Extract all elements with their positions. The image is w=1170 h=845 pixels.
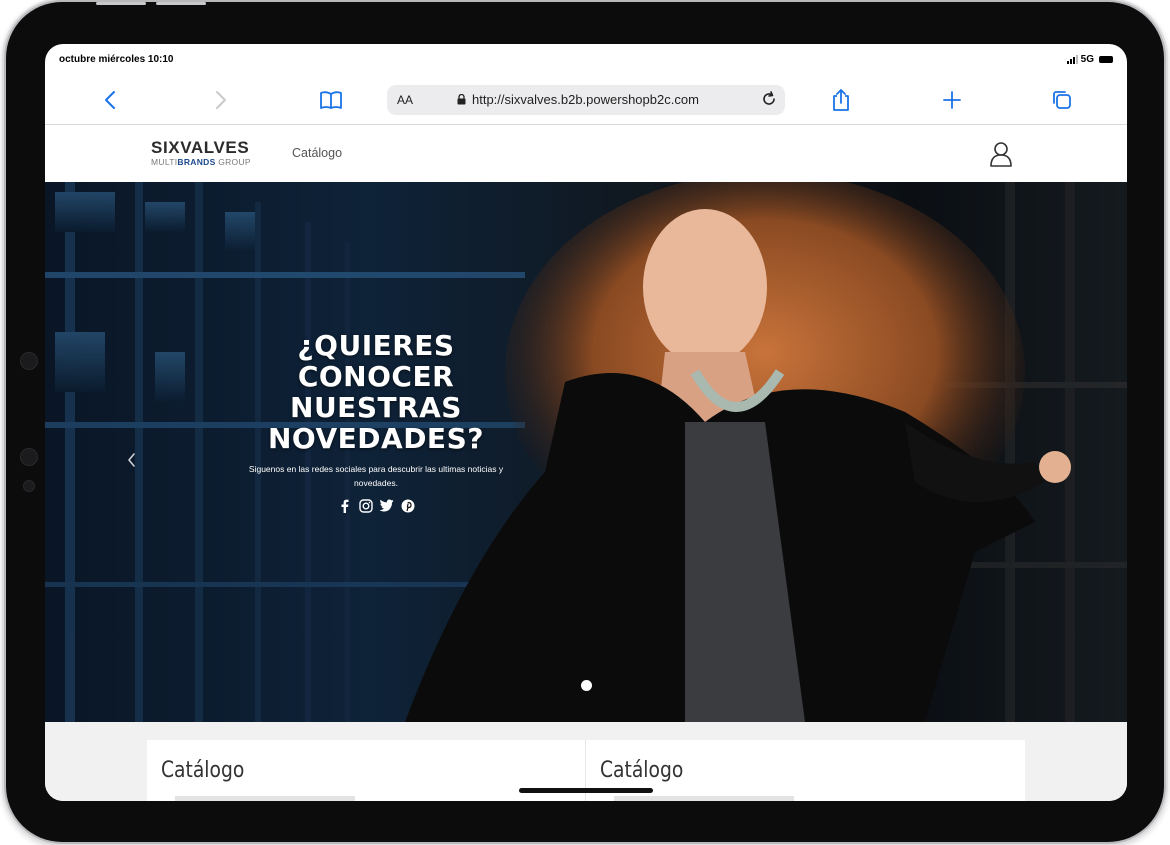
volume-button bbox=[156, 2, 206, 5]
reader-label: AA bbox=[397, 93, 414, 107]
new-tab-icon[interactable] bbox=[940, 88, 964, 112]
facebook-icon[interactable] bbox=[337, 498, 352, 513]
carousel-indicator-dot[interactable] bbox=[581, 680, 592, 691]
hero-banner: ¿QUIERES CONOCER NUESTRAS NOVEDADES? Sig… bbox=[45, 182, 1127, 722]
reader-button[interactable]: AA bbox=[397, 93, 413, 107]
hero-image bbox=[45, 182, 1127, 722]
network-label: 5G bbox=[1080, 54, 1094, 65]
site-logo[interactable]: SIXVALVES MULTIBRANDS GROUP bbox=[151, 138, 251, 168]
screen: octubre miércoles 10:10 5G AA http://six… bbox=[45, 44, 1127, 801]
url-text: http://sixvalves.b2b.powershopb2c.com bbox=[472, 92, 699, 107]
bookmarks-icon[interactable] bbox=[319, 88, 343, 112]
hero-title-line: ¿QUIERES CONOCER bbox=[297, 329, 455, 393]
logo-main-text: SIXVALVES bbox=[151, 138, 250, 157]
hero-title: ¿QUIERES CONOCER NUESTRAS NOVEDADES? bbox=[231, 330, 521, 454]
tabs-icon[interactable] bbox=[1050, 88, 1074, 112]
back-icon[interactable] bbox=[98, 88, 122, 112]
social-links bbox=[231, 498, 521, 513]
catalog-card-image bbox=[614, 796, 794, 801]
signal-icon bbox=[1066, 55, 1078, 64]
nav-link-catalog[interactable]: Catálogo bbox=[292, 146, 342, 160]
chevron-left-icon bbox=[128, 453, 135, 467]
catalog-card-image bbox=[175, 796, 355, 801]
side-dot bbox=[23, 480, 35, 492]
reload-icon[interactable] bbox=[759, 89, 779, 109]
hero-subtitle: Siguenos en las redes sociales para desc… bbox=[248, 464, 504, 488]
hero-text-block: ¿QUIERES CONOCER NUESTRAS NOVEDADES? Sig… bbox=[231, 330, 521, 513]
logo-sub-text: MULTIBRANDS GROUP bbox=[151, 157, 251, 167]
lock-icon bbox=[457, 94, 466, 105]
hero-title-line: NOVEDADES? bbox=[268, 422, 484, 455]
status-indicators: 5G bbox=[1066, 54, 1113, 65]
side-dot bbox=[20, 352, 38, 370]
side-dot bbox=[20, 448, 38, 466]
url-field[interactable]: http://sixvalves.b2b.powershopb2c.com bbox=[457, 92, 699, 107]
catalog-card-title: Catálogo bbox=[600, 758, 684, 783]
hero-title-line: NUESTRAS bbox=[290, 391, 462, 424]
site-header: SIXVALVES MULTIBRANDS GROUP Catálogo bbox=[45, 125, 1127, 182]
user-icon[interactable] bbox=[988, 140, 1014, 168]
home-indicator[interactable] bbox=[519, 788, 653, 793]
address-bar[interactable]: AA http://sixvalves.b2b.powershopb2c.com bbox=[387, 85, 785, 115]
forward-icon[interactable] bbox=[209, 88, 233, 112]
volume-button bbox=[96, 2, 146, 5]
logo-sub-brands: BRANDS bbox=[177, 157, 216, 167]
catalog-card-title: Catálogo bbox=[161, 758, 245, 783]
instagram-icon[interactable] bbox=[358, 498, 373, 513]
status-time: octubre miércoles 10:10 bbox=[59, 54, 174, 65]
browser-toolbar: AA http://sixvalves.b2b.powershopb2c.com bbox=[45, 80, 1127, 120]
battery-icon bbox=[1099, 56, 1113, 63]
logo-sub-group: GROUP bbox=[215, 157, 251, 167]
pinterest-icon[interactable] bbox=[400, 498, 415, 513]
logo-sub-multi: MULTI bbox=[151, 157, 178, 167]
carousel-prev-button[interactable] bbox=[125, 450, 137, 470]
status-bar: octubre miércoles 10:10 5G bbox=[45, 44, 1127, 74]
share-icon[interactable] bbox=[829, 88, 853, 112]
twitter-icon[interactable] bbox=[379, 498, 394, 513]
